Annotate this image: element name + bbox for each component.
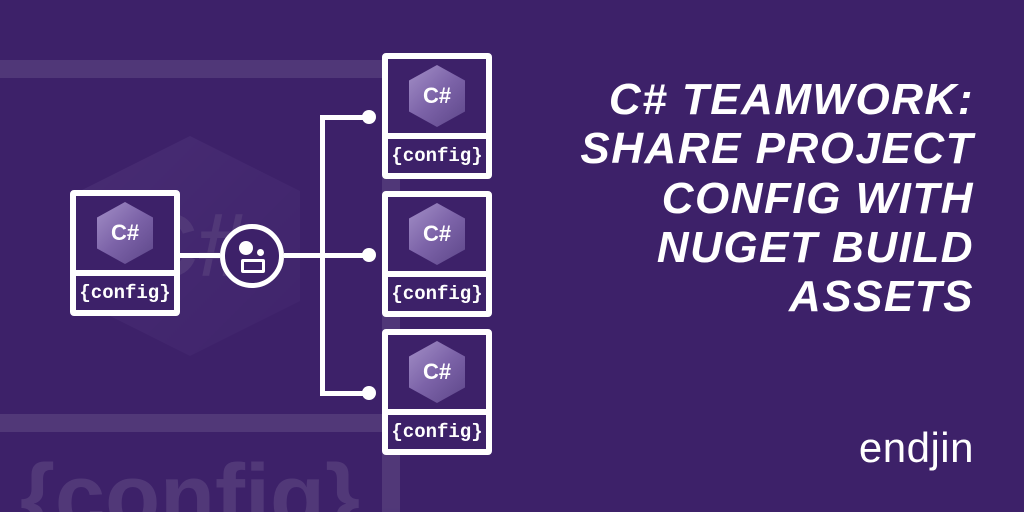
- headline-line: CONFIG WITH: [564, 174, 974, 223]
- card-label: {config}: [388, 277, 486, 311]
- card-label: {config}: [388, 139, 486, 173]
- headline-line: SHARE PROJECT: [564, 124, 974, 173]
- headline-line: NUGET BUILD: [564, 223, 974, 272]
- connector-line: [180, 253, 220, 258]
- target-config-card: C# {config}: [382, 329, 492, 455]
- csharp-hex-icon: C#: [409, 341, 465, 403]
- brand-logo-text: endjin: [859, 424, 974, 472]
- target-config-card: C# {config}: [382, 53, 492, 179]
- target-config-card: C# {config}: [382, 191, 492, 317]
- config-distribution-diagram: C# {config} C# {config} C# {config}: [40, 0, 560, 512]
- card-label: {config}: [388, 415, 486, 449]
- connector-dot-icon: [362, 110, 376, 124]
- headline-text: C# TEAMWORK: SHARE PROJECT CONFIG WITH N…: [564, 75, 974, 321]
- card-label: {config}: [76, 276, 174, 310]
- connector-dot-icon: [362, 248, 376, 262]
- headline-line: C# TEAMWORK:: [564, 75, 974, 124]
- csharp-hex-icon: C#: [409, 65, 465, 127]
- connector-dot-icon: [362, 386, 376, 400]
- nuget-hub-icon: [220, 224, 284, 288]
- source-config-card: C# {config}: [70, 190, 180, 316]
- csharp-hex-icon: C#: [97, 202, 153, 264]
- headline-line: ASSETS: [564, 272, 974, 321]
- csharp-hex-icon: C#: [409, 203, 465, 265]
- connector-line: [284, 253, 324, 258]
